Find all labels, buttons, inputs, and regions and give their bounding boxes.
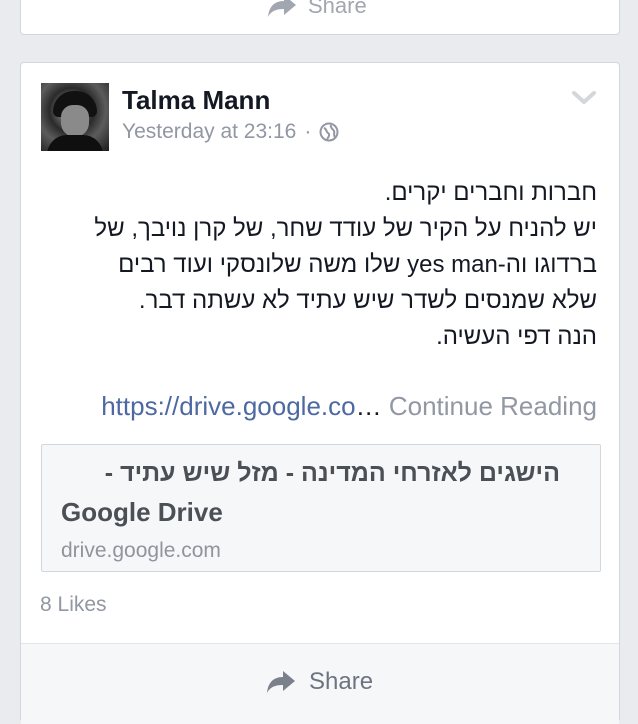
- link-preview-card[interactable]: הישגים לאזרחי המדינה - מזל שיש עתיד - Go…: [41, 444, 601, 572]
- post-text-line: יש להניח על הקיר של עודד שחר, של קרן נוי…: [94, 215, 597, 242]
- chevron-down-icon[interactable]: [571, 89, 597, 107]
- share-icon: [268, 0, 296, 17]
- post-text-line: שלא שמנסים לשדר שיש עתיד לא עשתה דבר.: [138, 287, 597, 314]
- previous-share-button[interactable]: Share: [266, 0, 367, 19]
- link-row: https://drive.google.co… Continue Readin…: [101, 391, 597, 422]
- link-ellipsis: …: [355, 391, 382, 421]
- share-icon: [267, 671, 295, 693]
- author-name[interactable]: Talma Mann: [122, 85, 270, 116]
- post-text-line: ברדוגו וה-yes man שלו משה שלונסקי ועוד ר…: [118, 251, 597, 278]
- continue-reading-link[interactable]: Continue Reading: [389, 391, 597, 421]
- post-meta: Yesterday at 23:16 ·: [122, 120, 339, 144]
- share-button[interactable]: Share: [21, 644, 619, 724]
- post-card: Talma Mann Yesterday at 23:16 · חברות וח…: [20, 62, 620, 724]
- post-text-line: חברות וחברים יקרים.: [384, 179, 597, 206]
- meta-separator: ·: [304, 120, 312, 143]
- globe-icon[interactable]: [319, 122, 339, 142]
- link-preview-title: Google Drive: [61, 497, 223, 527]
- post-timestamp[interactable]: Yesterday at 23:16: [122, 120, 296, 144]
- previous-share-label: Share: [308, 0, 367, 18]
- share-label: Share: [309, 668, 374, 695]
- link-preview-domain: drive.google.com: [61, 539, 221, 562]
- previous-post-card: Share: [20, 0, 620, 35]
- likes-count[interactable]: 8 Likes: [40, 593, 107, 617]
- avatar[interactable]: [41, 83, 109, 151]
- link-preview-title-hebrew: הישגים לאזרחי המדינה - מזל שיש עתיד -: [104, 459, 560, 487]
- post-link[interactable]: https://drive.google.co: [101, 391, 355, 421]
- post-text-line: הנה דפי העשיה.: [436, 323, 597, 350]
- post-text: חברות וחברים יקרים. יש להניח על הקיר של …: [37, 175, 597, 355]
